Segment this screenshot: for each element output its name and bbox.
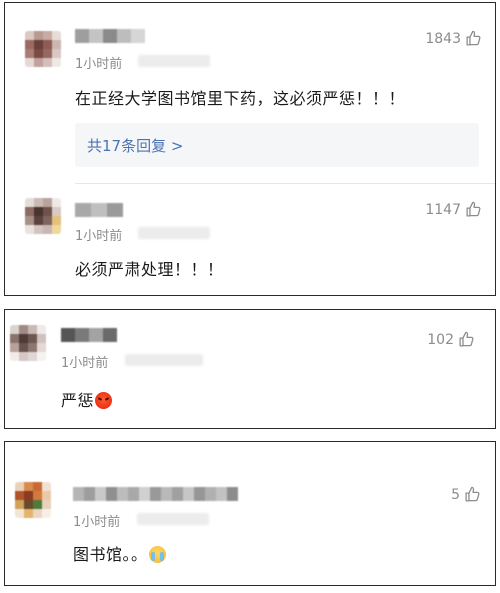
username-redacted[interactable] xyxy=(73,487,238,501)
like-button[interactable]: 5 xyxy=(451,486,481,503)
avatar[interactable] xyxy=(25,31,61,67)
comment-time: 1小时前 xyxy=(75,229,123,244)
comment-time: 1小时前 xyxy=(73,515,121,530)
view-replies-button[interactable]: 共17条回复 > xyxy=(75,123,479,167)
crying-face-icon xyxy=(148,546,166,563)
like-button[interactable]: 102 xyxy=(427,331,475,348)
comment-text-row: 严惩 xyxy=(61,387,113,411)
thumbs-up-icon xyxy=(465,486,480,502)
avatar[interactable] xyxy=(15,482,51,518)
location-redacted xyxy=(125,354,203,366)
like-count: 102 xyxy=(427,331,454,348)
angry-face-icon xyxy=(95,392,113,409)
comment-panel-3: 1小时前 5 图书馆。。 xyxy=(4,441,496,586)
like-count: 5 xyxy=(451,486,460,503)
divider xyxy=(75,183,495,184)
location-redacted xyxy=(138,227,210,239)
comment-panel-1: 1小时前 1843 在正经大学图书馆里下药，这必须严惩！！！ 共17条回复 > … xyxy=(4,2,496,296)
avatar[interactable] xyxy=(25,198,61,234)
comment-text: 图书馆。。 xyxy=(73,545,148,564)
avatar[interactable] xyxy=(10,325,46,361)
username-redacted[interactable] xyxy=(75,29,145,43)
thumbs-up-icon xyxy=(466,201,481,217)
comment-text: 必须严肃处理！！！ xyxy=(75,260,224,279)
comment-text: 严惩 xyxy=(61,391,95,410)
like-button[interactable]: 1843 xyxy=(425,30,482,47)
username-redacted[interactable] xyxy=(75,203,123,217)
comment-time: 1小时前 xyxy=(75,57,123,72)
location-redacted xyxy=(138,55,210,67)
like-count: 1843 xyxy=(425,30,461,47)
location-redacted xyxy=(137,513,209,525)
comment-panel-2: 1小时前 102 严惩 xyxy=(4,309,496,429)
like-button[interactable]: 1147 xyxy=(425,201,482,218)
like-count: 1147 xyxy=(425,201,461,218)
thumbs-up-icon xyxy=(466,30,481,46)
username-redacted[interactable] xyxy=(61,328,117,342)
thumbs-up-icon xyxy=(459,331,474,347)
comment-time: 1小时前 xyxy=(61,356,109,371)
comment-text: 在正经大学图书馆里下药，这必须严惩！！！ xyxy=(75,89,406,108)
comment-text-row: 图书馆。。 xyxy=(73,541,166,565)
view-replies-label: 共17条回复 > xyxy=(87,136,184,155)
